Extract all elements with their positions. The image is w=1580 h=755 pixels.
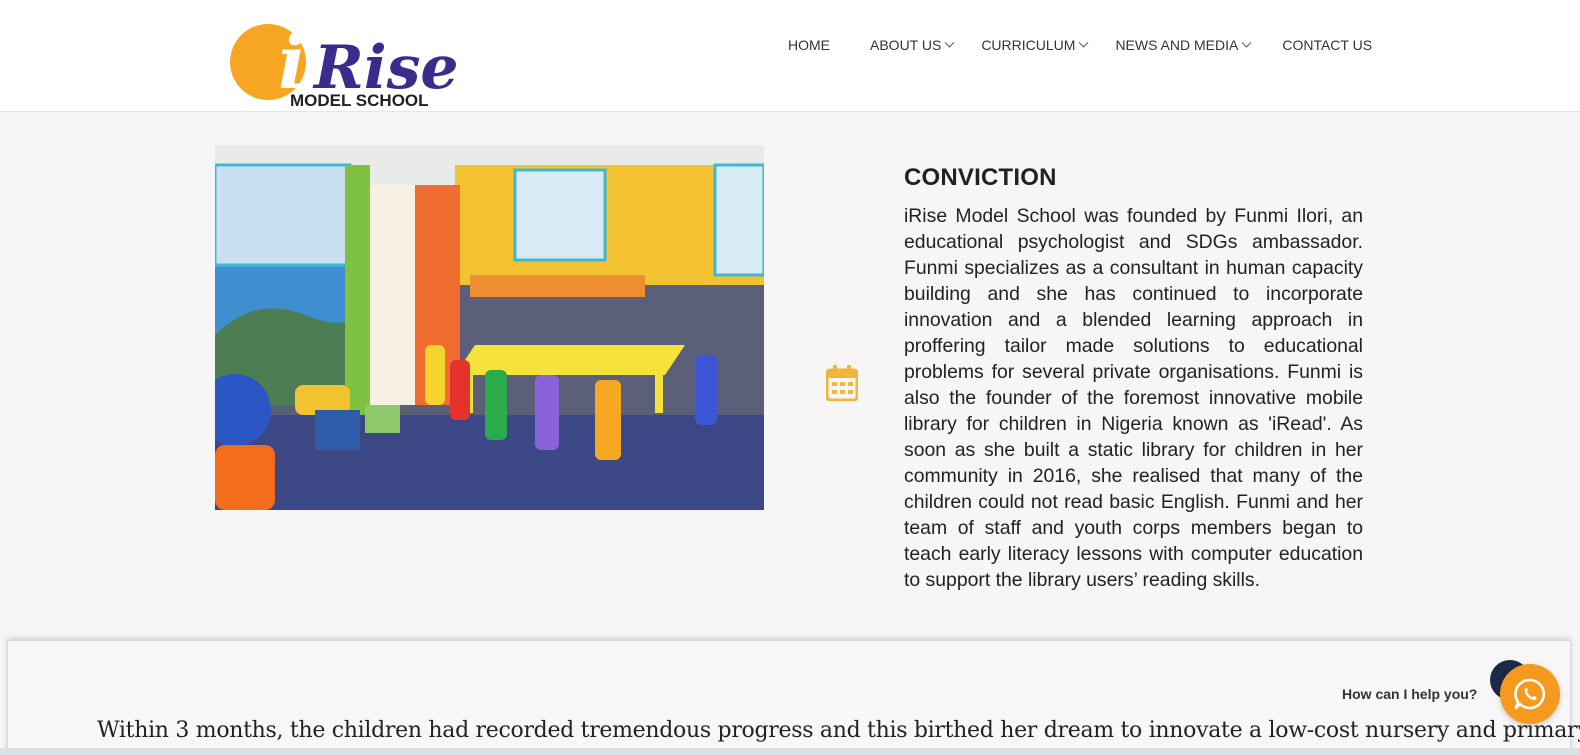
nav-about-us[interactable]: ABOUT US — [870, 36, 955, 54]
section-body: iRise Model School was founded by Funmi … — [904, 205, 1363, 591]
logo-subtitle: MODEL SCHOOL — [290, 91, 429, 110]
nav-news-and-media-label: NEWS AND MEDIA — [1115, 37, 1239, 53]
nav-news-and-media[interactable]: NEWS AND MEDIA — [1115, 36, 1252, 54]
classroom-photo — [215, 145, 764, 510]
chevron-down-icon — [1078, 37, 1089, 48]
chat-prompt: How can I help you? — [1342, 686, 1478, 702]
logo-graphic: i Rise MODEL SCHOOL — [230, 20, 459, 110]
main-nav: HOME ABOUT US CURRICULUM NEWS AND MEDIA … — [788, 36, 1392, 54]
calendar-icon — [825, 365, 859, 402]
bottom-paragraph: Within 3 months, the children had record… — [97, 718, 1580, 743]
whatsapp-chat-button[interactable] — [1500, 664, 1560, 724]
nav-about-us-label: ABOUT US — [870, 37, 942, 53]
nav-contact-us[interactable]: CONTACT US — [1282, 36, 1372, 54]
site-header: i Rise MODEL SCHOOL HOME ABOUT US CURRIC… — [0, 0, 1580, 112]
section-title: CONVICTION — [904, 164, 1057, 191]
bottom-strip — [0, 748, 1580, 755]
chevron-down-icon — [944, 37, 955, 48]
nav-home-label: HOME — [788, 37, 830, 53]
school-logo[interactable]: i Rise MODEL SCHOOL — [228, 20, 468, 112]
whatsapp-icon — [1514, 678, 1546, 710]
nav-curriculum[interactable]: CURRICULUM — [981, 36, 1089, 54]
classroom-illustration — [215, 145, 764, 510]
chevron-down-icon — [1241, 37, 1252, 48]
nav-home[interactable]: HOME — [788, 36, 830, 54]
nav-contact-us-label: CONTACT US — [1282, 37, 1373, 53]
nav-curriculum-label: CURRICULUM — [981, 37, 1076, 53]
